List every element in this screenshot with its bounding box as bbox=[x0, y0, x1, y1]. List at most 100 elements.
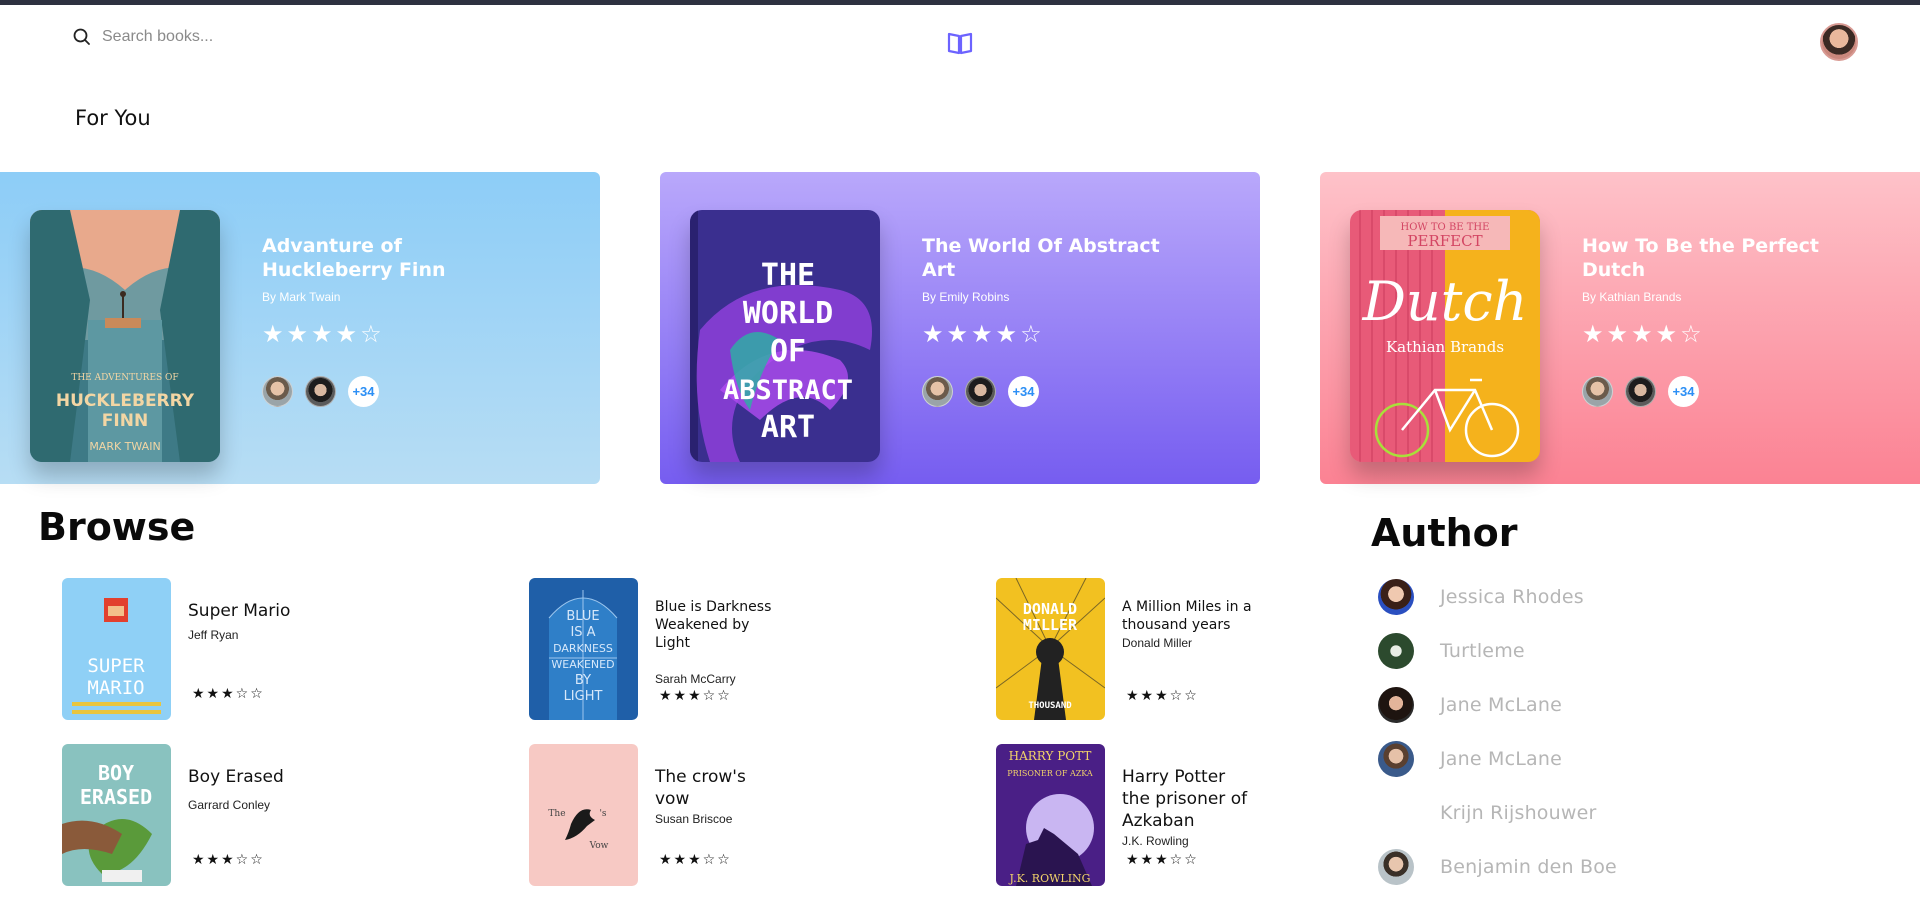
author-list: Jessica Rhodes Turtleme Jane McLane Jane… bbox=[1378, 570, 1778, 894]
star-rating: ★★★☆☆ bbox=[1126, 688, 1199, 704]
search-bar[interactable] bbox=[72, 27, 362, 47]
book-item[interactable]: BOY ERASED Boy Erased Garrard Conley ★★★… bbox=[62, 744, 392, 886]
cover-text: Dutch bbox=[1362, 270, 1528, 333]
book-title[interactable]: Harry Potter the prisoner of Azkaban bbox=[1122, 766, 1252, 832]
star-rating: ★★★☆☆ bbox=[659, 688, 732, 704]
book-item[interactable]: BLUE IS A DARKNESS WEAKENED BY LIGHT Blu… bbox=[529, 578, 859, 720]
author-name[interactable]: Krijn Rijshouwer bbox=[1440, 802, 1597, 824]
book-cover[interactable]: DONALD MILLER THOUSAND bbox=[996, 578, 1105, 720]
cover-text: MILLER bbox=[1023, 616, 1078, 634]
author-item[interactable]: Benjamin den Boe bbox=[1378, 840, 1778, 894]
book-author: Susan Briscoe bbox=[655, 812, 733, 826]
book-title[interactable]: Boy Erased bbox=[188, 766, 318, 788]
book-title[interactable]: Super Mario bbox=[188, 600, 318, 622]
cover-text: WORLD bbox=[743, 296, 833, 331]
readers-group[interactable]: +34 bbox=[262, 376, 522, 407]
book-cover[interactable]: The 's Vow bbox=[529, 744, 638, 886]
author-name[interactable]: Jane McLane bbox=[1440, 748, 1562, 770]
header bbox=[0, 5, 1920, 67]
featured-card-huckleberry[interactable]: THE ADVENTURES OF HUCKLEBERRY FINN MARK … bbox=[0, 172, 600, 484]
author-item[interactable]: Jessica Rhodes bbox=[1378, 570, 1778, 624]
cover-text: HARRY POTT bbox=[1009, 749, 1092, 763]
book-author: J.K. Rowling bbox=[1122, 834, 1189, 848]
reader-avatar bbox=[1625, 376, 1656, 407]
card-info: The World Of Abstract Art By Emily Robin… bbox=[922, 234, 1182, 407]
card-author: By Kathian Brands bbox=[1582, 290, 1682, 304]
cover-text: THE ADVENTURES OF bbox=[71, 373, 178, 383]
book-author: Sarah McCarry bbox=[655, 672, 736, 686]
open-book-icon[interactable] bbox=[946, 29, 974, 57]
star-rating: ★★★★☆ bbox=[262, 320, 385, 348]
book-title[interactable]: Blue is Darkness Weakened by Light bbox=[655, 598, 785, 652]
card-title[interactable]: Advanture of Huckleberry Finn bbox=[262, 234, 522, 282]
cover-text: PERFECT bbox=[1407, 232, 1482, 250]
cover-text: DARKNESS bbox=[553, 642, 613, 655]
featured-card-abstract-art[interactable]: THE WORLD OF ABSTRACT ART The World Of A… bbox=[660, 172, 1260, 484]
book-item[interactable]: The 's Vow The crow's vow Susan Briscoe … bbox=[529, 744, 859, 886]
book-title[interactable]: The crow's vow bbox=[655, 766, 785, 810]
cover-text: The bbox=[548, 809, 565, 819]
turtle-logo-icon bbox=[1378, 633, 1414, 669]
book-cover[interactable]: HARRY POTT PRISONER OF AZKA J.K. ROWLING bbox=[996, 744, 1105, 886]
cover-text: Vow bbox=[589, 841, 609, 851]
browse-title: Browse bbox=[38, 505, 196, 549]
book-title[interactable]: A Million Miles in a thousand years bbox=[1122, 598, 1252, 634]
book-author: Donald Miller bbox=[1122, 636, 1193, 650]
author-name[interactable]: Jane McLane bbox=[1440, 694, 1562, 716]
search-input[interactable] bbox=[102, 28, 362, 46]
book-info: Blue is Darkness Weakened by Light Sarah… bbox=[655, 598, 785, 686]
svg-text:MARK TWAIN: MARK TWAIN bbox=[89, 440, 160, 453]
cover-text: LIGHT bbox=[564, 689, 603, 704]
card-title[interactable]: The World Of Abstract Art bbox=[922, 234, 1182, 282]
author-item[interactable]: Turtleme bbox=[1378, 624, 1778, 678]
cover-text: BY bbox=[575, 673, 591, 688]
book-cover[interactable]: BLUE IS A DARKNESS WEAKENED BY LIGHT bbox=[529, 578, 638, 720]
book-item[interactable]: DONALD MILLER THOUSAND A Million Miles i… bbox=[996, 578, 1326, 720]
author-avatar-placeholder bbox=[1378, 795, 1414, 831]
reader-avatar bbox=[305, 376, 336, 407]
cover-text: PRISONER OF AZKA bbox=[1007, 769, 1093, 778]
star-rating: ★★★☆☆ bbox=[659, 852, 732, 868]
book-cover[interactable]: THE ADVENTURES OF HUCKLEBERRY FINN MARK … bbox=[30, 210, 220, 462]
user-avatar[interactable] bbox=[1820, 23, 1858, 61]
star-rating: ★★★☆☆ bbox=[1126, 852, 1199, 868]
author-item[interactable]: Jane McLane bbox=[1378, 732, 1778, 786]
reader-avatar bbox=[1582, 376, 1613, 407]
book-author: Jeff Ryan bbox=[188, 628, 239, 642]
more-readers-badge[interactable]: +34 bbox=[348, 376, 379, 407]
readers-group[interactable]: +34 bbox=[1582, 376, 1842, 407]
author-avatar bbox=[1378, 687, 1414, 723]
book-cover[interactable]: BOY ERASED bbox=[62, 744, 171, 886]
cover-text: OF bbox=[770, 334, 806, 369]
author-name[interactable]: Turtleme bbox=[1440, 640, 1525, 662]
cover-text: IS A bbox=[570, 625, 595, 640]
cover-text: ERASED bbox=[80, 785, 152, 809]
cover-text: Kathian Brands bbox=[1386, 338, 1504, 356]
author-item[interactable]: Jane McLane bbox=[1378, 678, 1778, 732]
readers-group[interactable]: +34 bbox=[922, 376, 1182, 407]
book-item[interactable]: HARRY POTT PRISONER OF AZKA J.K. ROWLING… bbox=[996, 744, 1326, 886]
book-item[interactable]: SUPER MARIO Super Mario Jeff Ryan ★★★☆☆ bbox=[62, 578, 392, 720]
search-icon bbox=[73, 28, 90, 45]
reader-avatar bbox=[965, 376, 996, 407]
svg-text:FINN: FINN bbox=[102, 411, 148, 431]
card-title[interactable]: How To Be the Perfect Dutch bbox=[1582, 234, 1842, 282]
cover-text: MARIO bbox=[87, 677, 144, 699]
more-readers-badge[interactable]: +34 bbox=[1008, 376, 1039, 407]
star-rating: ★★★★☆ bbox=[1582, 320, 1705, 348]
book-cover[interactable]: HOW TO BE THE PERFECT Dutch Kathian Bran… bbox=[1350, 210, 1540, 462]
author-name[interactable]: Jessica Rhodes bbox=[1440, 586, 1584, 608]
card-author: By Emily Robins bbox=[922, 290, 1010, 304]
star-rating: ★★★☆☆ bbox=[192, 852, 265, 868]
book-author: Garrard Conley bbox=[188, 798, 271, 812]
book-cover[interactable]: SUPER MARIO bbox=[62, 578, 171, 720]
cover-text: WEAKENED bbox=[551, 658, 614, 671]
author-item[interactable]: Krijn Rijshouwer bbox=[1378, 786, 1778, 840]
card-info: Advanture of Huckleberry Finn By Mark Tw… bbox=[262, 234, 522, 407]
cover-text: SUPER bbox=[87, 655, 145, 677]
featured-card-perfect-dutch[interactable]: HOW TO BE THE PERFECT Dutch Kathian Bran… bbox=[1320, 172, 1920, 484]
author-name[interactable]: Benjamin den Boe bbox=[1440, 856, 1617, 878]
more-readers-badge[interactable]: +34 bbox=[1668, 376, 1699, 407]
book-cover[interactable]: THE WORLD OF ABSTRACT ART bbox=[690, 210, 880, 462]
book-info: Boy Erased Garrard Conley bbox=[188, 766, 318, 812]
